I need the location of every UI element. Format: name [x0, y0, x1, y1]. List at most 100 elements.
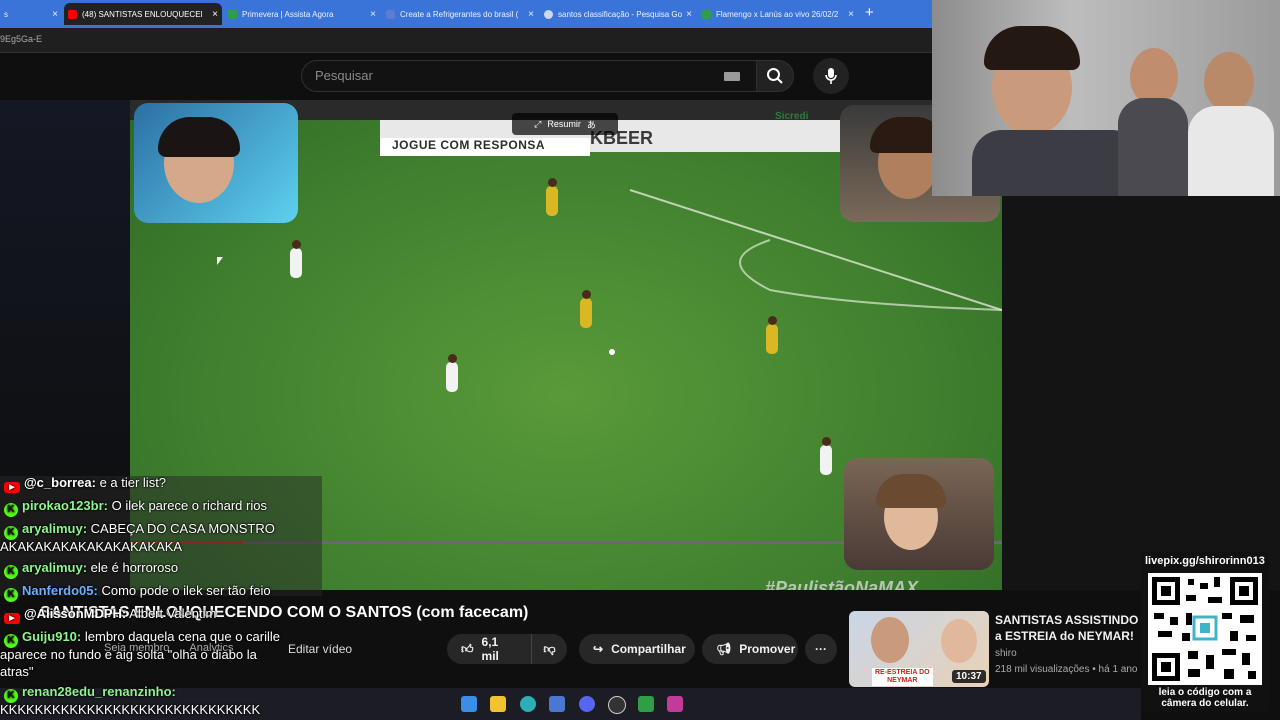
- google-icon: [544, 9, 553, 19]
- tab-0[interactable]: s ×: [0, 3, 62, 25]
- chat-message: Kpirokao123br: O ilek parece o richard r…: [0, 497, 267, 517]
- face: [1204, 52, 1254, 112]
- edge-icon[interactable]: [520, 696, 536, 712]
- video-duration: 10:37: [952, 670, 986, 683]
- obs-icon[interactable]: [608, 696, 626, 714]
- tab-primevera[interactable]: Primevera | Assista Agora ×: [224, 3, 380, 25]
- hair: [876, 474, 946, 508]
- kick-icon: K: [4, 565, 18, 579]
- chat-text: e a tier list?: [99, 475, 167, 490]
- discord-icon[interactable]: [579, 696, 595, 712]
- hair: [984, 26, 1080, 70]
- recommended-channel[interactable]: shiro: [995, 648, 1017, 659]
- search-placeholder: Pesquisar: [315, 68, 373, 83]
- app-icon[interactable]: [638, 696, 654, 712]
- keyboard-icon[interactable]: [724, 72, 740, 81]
- chat-message: Karyalimuy: CABEÇA DO CASA MONSTRO: [0, 520, 275, 540]
- app2-icon[interactable]: [667, 696, 683, 712]
- face: [871, 617, 909, 663]
- url-text: 9Eg5Ga-E: [0, 34, 43, 44]
- tab-refrigerantes[interactable]: Create a Refrigerantes do brasil ( ×: [382, 3, 538, 25]
- chat-message-cont: aparece no fundo e aig solta "olha o dia…: [0, 647, 257, 662]
- file-explorer-icon[interactable]: [490, 696, 506, 712]
- summarize-button[interactable]: ⤢ Resumir あ: [512, 113, 618, 135]
- search-button[interactable]: [756, 60, 794, 92]
- tab-label: (48) SANTISTAS ENLOUQUECENDO: [82, 9, 202, 19]
- webcam-streamer: [134, 103, 298, 223]
- like-button[interactable]: 👍︎ 6,1 mil: [447, 634, 531, 664]
- broadcast-watermark: #PaulistãoNaMAX: [765, 578, 919, 590]
- store-icon[interactable]: [549, 696, 565, 712]
- chat-message: ▶ @AlissonMDPH: Albert Valentim: [0, 605, 216, 624]
- close-icon[interactable]: ×: [370, 9, 376, 20]
- more-actions-button[interactable]: ···: [805, 634, 837, 664]
- player-head: [548, 178, 557, 187]
- translate-icon: あ: [586, 119, 596, 130]
- hair: [158, 117, 240, 157]
- mic-icon: [825, 68, 837, 84]
- site-icon: [386, 9, 395, 19]
- tab-santos-search[interactable]: santos classificação - Pesquisa Go ×: [540, 3, 696, 25]
- tab-label: Flamengo x Lanús ao vivo 26/02/2: [716, 9, 839, 19]
- chat-user: renan28edu_renanzinho:: [22, 684, 176, 699]
- edit-video-button[interactable]: Editar vídeo: [288, 642, 352, 656]
- player-head: [822, 437, 831, 446]
- chat-user: Nanferdo05:: [22, 583, 98, 598]
- chat-user: pirokao123br:: [22, 498, 108, 513]
- share-label: Compartilhar: [611, 642, 686, 656]
- close-icon[interactable]: ×: [528, 9, 534, 20]
- player-white: [290, 248, 302, 278]
- youtube-icon: [68, 9, 77, 19]
- player-head: [292, 240, 301, 249]
- tab-youtube-active[interactable]: (48) SANTISTAS ENLOUQUECENDO ×: [64, 3, 222, 25]
- new-tab-button[interactable]: +: [865, 4, 874, 21]
- player-head: [582, 290, 591, 299]
- chat-text: Albert Valentim: [129, 606, 217, 621]
- chat-text: ele é horroroso: [90, 560, 179, 575]
- player-yellow: [580, 298, 592, 328]
- close-icon[interactable]: ×: [212, 9, 218, 20]
- soccer-ball: [609, 349, 615, 355]
- chat-user: aryalimuy:: [22, 521, 88, 536]
- promote-button[interactable]: 📢︎ Promover: [702, 634, 798, 664]
- page-background-right: [1002, 196, 1280, 590]
- dislike-button[interactable]: 👎︎: [531, 634, 567, 664]
- chat-message-cont: atras": [0, 664, 34, 679]
- summarize-label: Resumir: [547, 119, 581, 129]
- tab-bar: s × (48) SANTISTAS ENLOUQUECENDO × Prime…: [0, 0, 932, 28]
- player-yellow: [766, 324, 778, 354]
- close-icon[interactable]: ×: [52, 9, 58, 20]
- tab-label: Primevera | Assista Agora: [242, 9, 334, 19]
- qr-caption-line-1: leia o código com a: [1158, 687, 1252, 698]
- chat-user: @AlissonMDPH:: [24, 606, 127, 621]
- player-head: [768, 316, 777, 325]
- qr-code-icon: [1148, 573, 1262, 685]
- donation-url: livepix.gg/shirorinn013: [1145, 555, 1265, 567]
- chat-text: CABEÇA DO CASA MONSTRO: [90, 521, 275, 536]
- megaphone-icon: 📢︎: [716, 642, 732, 656]
- address-bar[interactable]: [0, 28, 932, 53]
- tag-line-2: NEYMAR: [887, 677, 918, 684]
- tab-label: santos classificação - Pesquisa Go: [558, 9, 683, 19]
- close-icon[interactable]: ×: [686, 9, 692, 20]
- expand-icon: ⤢: [534, 118, 542, 129]
- windows-icon[interactable]: [461, 696, 477, 712]
- chat-text: O ilek parece o richard rios: [111, 498, 267, 513]
- mouse-cursor-icon: [217, 257, 223, 265]
- player-white: [820, 445, 832, 475]
- chat-user: Guiju910:: [22, 629, 82, 644]
- tab-flamengo[interactable]: Flamengo x Lanús ao vivo 26/02/2 ×: [698, 3, 858, 25]
- share-button[interactable]: ↪ Compartilhar: [579, 634, 695, 664]
- close-icon[interactable]: ×: [848, 9, 854, 20]
- like-count: 6,1 mil: [481, 635, 499, 663]
- chat-message: K Guiju910: lembro daquela cena que o car…: [0, 628, 280, 648]
- face: [941, 619, 977, 663]
- qr-caption: leia o código com a câmera do celular.: [1145, 687, 1265, 709]
- voice-search-button[interactable]: [813, 58, 849, 94]
- promote-label: Promover: [739, 642, 796, 656]
- chat-user: @c_borrea:: [24, 475, 96, 490]
- recommended-title[interactable]: SANTISTAS ASSISTINDO a ESTREIA do NEYMAR…: [995, 612, 1143, 644]
- chat-message-cont: AKAKAKAKAKAKAKAKAKAKA: [0, 539, 183, 554]
- thumbnail-tag: RE-ESTREIA DO NEYMAR: [872, 668, 933, 686]
- player-white: [446, 362, 458, 392]
